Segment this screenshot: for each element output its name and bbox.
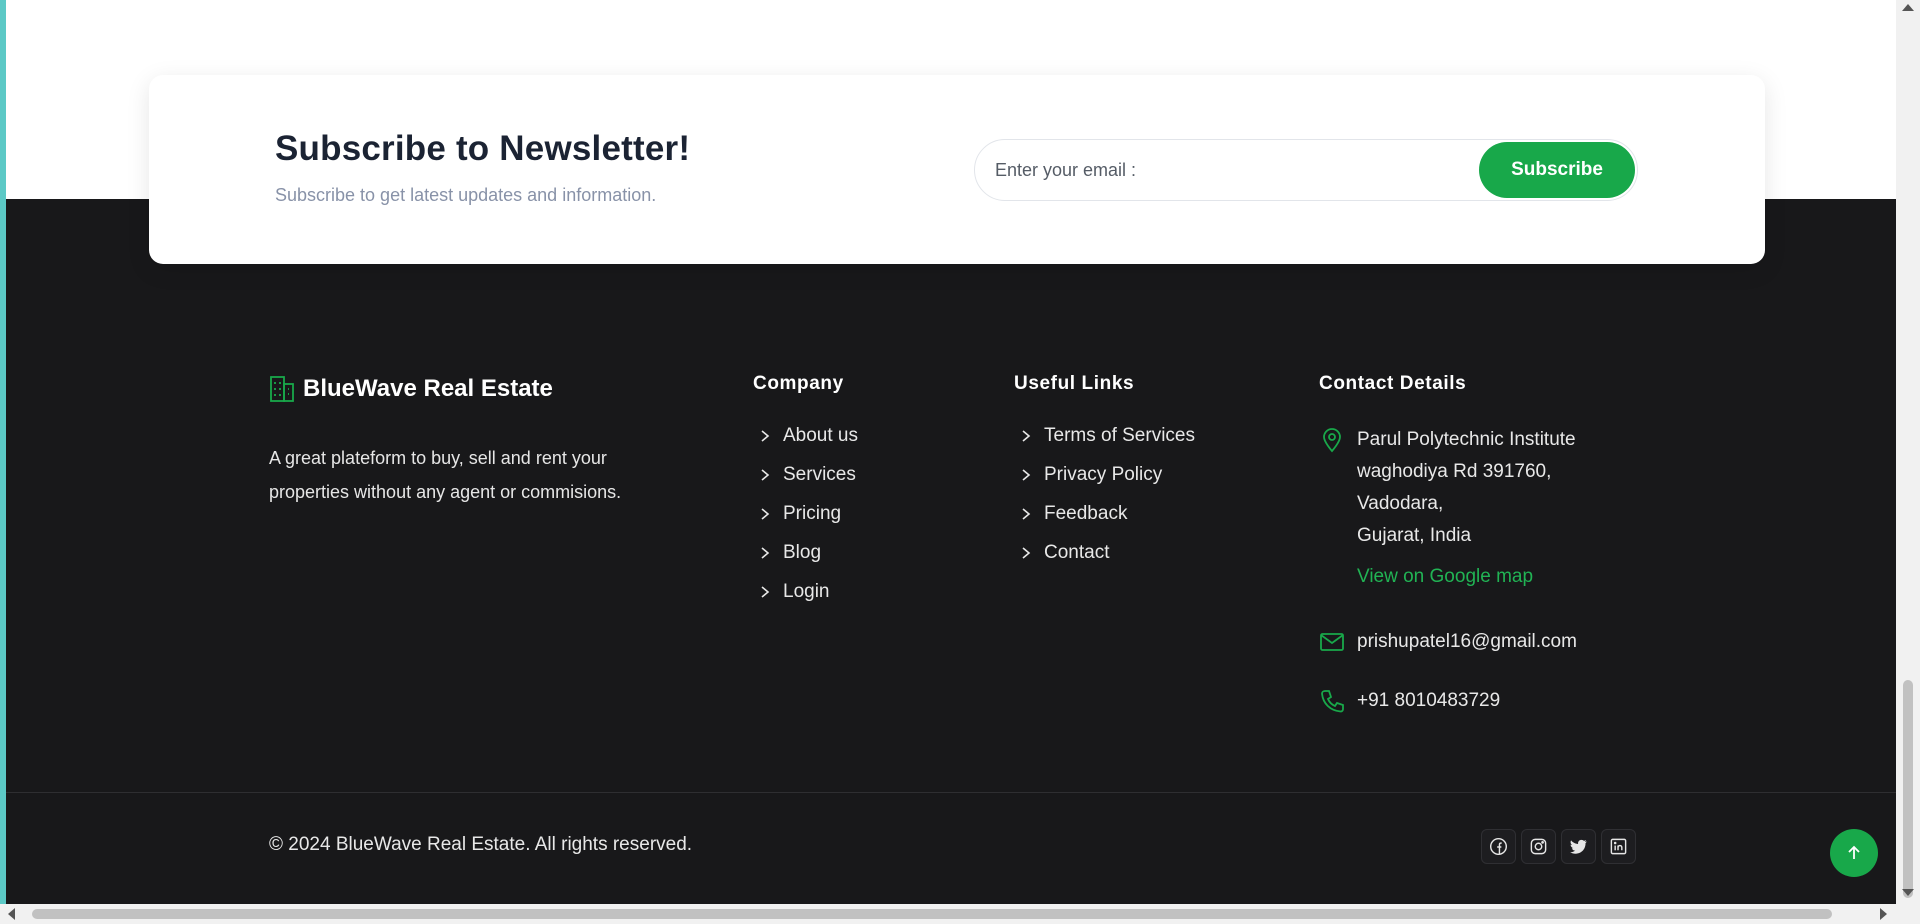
linkedin-icon [1610,838,1627,855]
company-link-login[interactable]: Login [760,572,858,611]
brand-name: BlueWave Real Estate [303,375,553,402]
address-line: waghodiya Rd 391760, [1357,461,1552,482]
address-line: Gujarat, India [1357,525,1472,546]
contact-phone: +91 8010483729 [1319,688,1500,714]
useful-link-privacy[interactable]: Privacy Policy [1021,455,1195,494]
map-pin-icon [1323,428,1341,453]
browser-viewport: Subscribe to Newsletter! Subscribe to ge… [0,0,1920,924]
horizontal-scrollbar-thumb[interactable] [32,909,1832,919]
useful-links-heading: Useful Links [1014,373,1135,394]
horizontal-scrollbar[interactable] [0,904,1920,924]
chevron-right-icon [761,507,770,520]
newsletter-subtitle: Subscribe to get latest updates and info… [275,185,657,205]
company-link-blog[interactable]: Blog [760,533,858,572]
address-text: Parul Polytechnic Institute waghodiya Rd… [1357,424,1576,552]
company-links: About us Services Pricing Blog Login [760,416,858,611]
chevron-right-icon [1022,429,1031,442]
google-map-link[interactable]: View on Google map [1357,566,1533,588]
useful-links: Terms of Services Privacy Policy Feedbac… [1021,416,1195,572]
email-text[interactable]: prishupatel16@gmail.com [1357,629,1577,655]
newsletter-title: Subscribe to Newsletter! [275,129,691,168]
arrow-up-icon [1848,845,1860,859]
company-heading: Company [753,373,844,394]
page: Subscribe to Newsletter! Subscribe to ge… [6,0,1896,904]
chevron-right-icon [761,429,770,442]
footer-brand[interactable]: BlueWave Real Estate [269,375,553,403]
scroll-right-arrow-icon[interactable] [1880,908,1887,920]
newsletter-card: Subscribe to Newsletter! Subscribe to ge… [149,75,1765,264]
company-link-services[interactable]: Services [760,455,858,494]
facebook-link[interactable] [1481,829,1516,864]
useful-link-contact[interactable]: Contact [1021,533,1195,572]
phone-text[interactable]: +91 8010483729 [1357,688,1500,714]
facebook-icon [1489,837,1508,856]
newsletter-email-input[interactable] [995,152,1475,188]
scroll-down-arrow-icon[interactable] [1902,889,1914,896]
chevron-right-icon [1022,546,1031,559]
subscribe-button[interactable]: Subscribe [1479,142,1635,198]
scroll-to-top-button[interactable] [1830,829,1878,877]
address-line: Parul Polytechnic Institute [1357,429,1576,450]
company-link-pricing[interactable]: Pricing [760,494,858,533]
twitter-icon [1570,839,1587,854]
social-links [1481,829,1636,864]
copyright-text: © 2024 BlueWave Real Estate. All rights … [269,834,693,855]
contact-email: prishupatel16@gmail.com [1319,629,1577,655]
address-line: Vadodara, [1357,493,1444,514]
brand-description: A great plateform to buy, sell and rent … [269,448,622,502]
vertical-scrollbar[interactable] [1896,0,1920,904]
building-icon [270,376,294,402]
instagram-link[interactable] [1521,829,1556,864]
vertical-scrollbar-thumb[interactable] [1903,680,1913,898]
useful-link-feedback[interactable]: Feedback [1021,494,1195,533]
footer-divider [6,792,1896,793]
chevron-right-icon [1022,468,1031,481]
contact-heading: Contact Details [1319,373,1467,394]
phone-icon [1321,690,1344,713]
linkedin-link[interactable] [1601,829,1636,864]
scroll-left-arrow-icon[interactable] [8,908,15,920]
chevron-right-icon [761,468,770,481]
chevron-right-icon [761,546,770,559]
contact-address: Parul Polytechnic Institute waghodiya Rd… [1319,424,1576,552]
instagram-icon [1530,838,1547,855]
scroll-up-arrow-icon[interactable] [1902,4,1914,11]
newsletter-form: Subscribe [974,139,1638,201]
company-link-about[interactable]: About us [760,416,858,455]
useful-link-terms[interactable]: Terms of Services [1021,416,1195,455]
site-footer [6,199,1896,904]
chevron-right-icon [761,585,770,598]
twitter-link[interactable] [1561,829,1596,864]
chevron-right-icon [1022,507,1031,520]
mail-icon [1320,633,1344,651]
